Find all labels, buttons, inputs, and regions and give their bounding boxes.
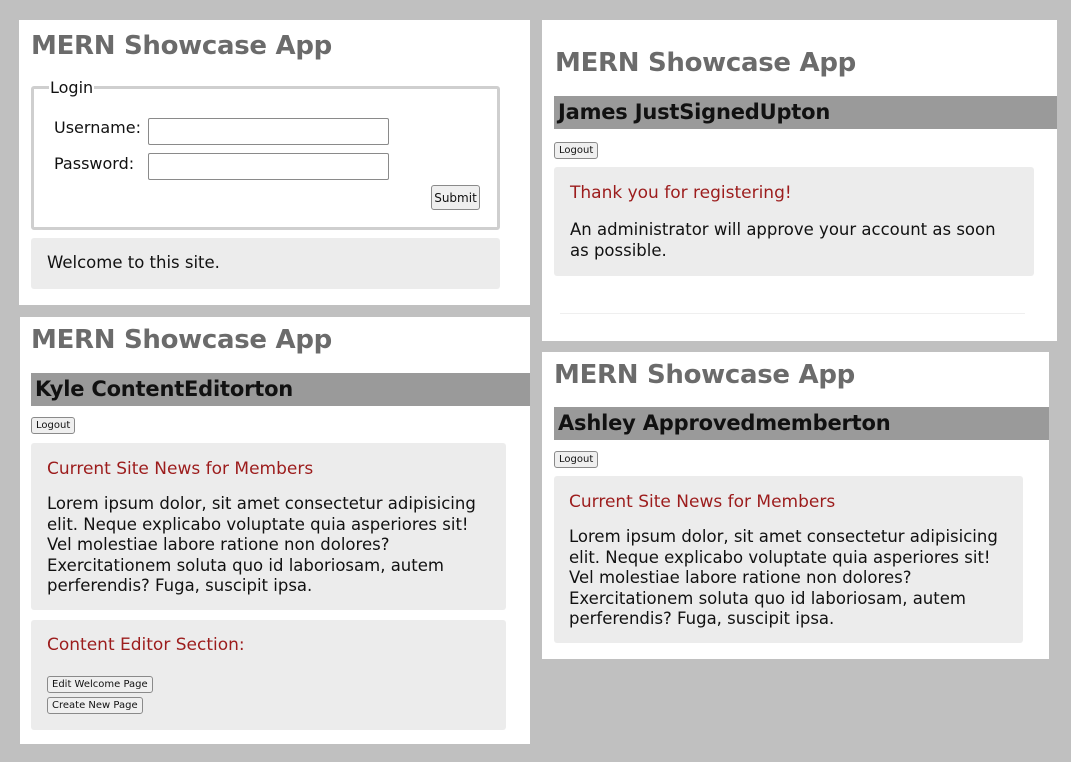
member-panel: MERN Showcase App Ashley Approvedmembert…: [542, 352, 1049, 659]
welcome-text: Welcome to this site.: [47, 253, 220, 272]
username-input[interactable]: [148, 118, 389, 145]
news-title: Current Site News for Members: [47, 459, 314, 479]
message-body: An administrator will approve your accou…: [570, 220, 996, 260]
logout-button[interactable]: Logout: [554, 451, 599, 468]
logout-button[interactable]: Logout: [31, 417, 76, 434]
editor-section-title: Content Editor Section:: [47, 635, 245, 655]
app-title: MERN Showcase App: [31, 325, 332, 355]
message-title: Thank you for registering!: [570, 183, 792, 203]
news-title: Current Site News for Members: [569, 492, 836, 512]
news-card: Current Site News for Members Lorem ipsu…: [31, 443, 506, 610]
logout-button[interactable]: Logout: [554, 142, 599, 159]
news-body: Lorem ipsum dolor, sit amet consectetur …: [569, 527, 998, 628]
divider: [560, 313, 1025, 314]
news-body: Lorem ipsum dolor, sit amet consectetur …: [47, 494, 476, 595]
edit-welcome-page-button[interactable]: Edit Welcome Page: [47, 676, 153, 693]
signup-panel: MERN Showcase App James JustSignedUpton …: [542, 20, 1057, 341]
user-name-bar: Kyle ContentEditorton: [31, 373, 530, 406]
password-label: Password:: [54, 154, 135, 173]
registration-message-card: Thank you for registering! An administra…: [554, 167, 1034, 276]
editor-section-card: Content Editor Section: Edit Welcome Pag…: [31, 620, 506, 730]
user-name-bar: Ashley Approvedmemberton: [554, 407, 1049, 440]
app-title: MERN Showcase App: [31, 31, 332, 61]
news-card: Current Site News for Members Lorem ipsu…: [554, 476, 1023, 643]
user-name-bar: James JustSignedUpton: [554, 96, 1057, 129]
app-title: MERN Showcase App: [555, 48, 856, 78]
app-title: MERN Showcase App: [554, 360, 855, 390]
password-input[interactable]: [148, 153, 389, 180]
submit-button[interactable]: Submit: [431, 185, 480, 210]
login-legend: Login: [49, 78, 95, 97]
username-label: Username:: [54, 118, 141, 137]
editor-panel: MERN Showcase App Kyle ContentEditorton …: [20, 317, 530, 744]
login-panel: MERN Showcase App Login Username: Passwo…: [19, 20, 530, 305]
welcome-card: Welcome to this site.: [31, 238, 500, 289]
create-new-page-button[interactable]: Create New Page: [47, 697, 143, 714]
